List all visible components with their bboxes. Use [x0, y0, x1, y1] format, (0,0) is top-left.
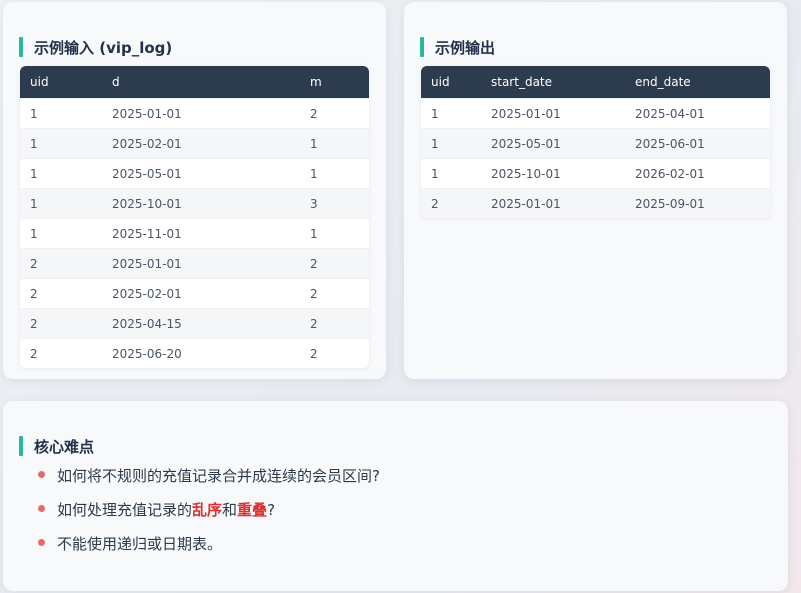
- cell-uid: 1: [20, 218, 102, 248]
- table-row: 1 2025-01-01 2025-04-01: [421, 98, 770, 128]
- difficulty-title-text: 核心难点: [34, 437, 95, 456]
- cell-start-date: 2025-01-01: [481, 188, 625, 218]
- column-header-m: m: [300, 66, 369, 98]
- table-row: 1 2025-05-01 2025-06-01: [421, 128, 770, 158]
- cell-uid: 1: [20, 98, 102, 128]
- table-row: 2 2025-06-20 2: [20, 338, 369, 368]
- title-accent-bar: [19, 436, 23, 456]
- cell-start-date: 2025-01-01: [481, 98, 625, 128]
- cell-m: 2: [300, 98, 369, 128]
- bullet-icon: [38, 539, 45, 546]
- column-header-uid: uid: [421, 66, 481, 98]
- point-text-prefix: 如何处理充值记录的: [57, 501, 193, 519]
- title-accent-bar: [19, 37, 23, 57]
- cell-m: 2: [300, 248, 369, 278]
- table-row: 2 2025-01-01 2025-09-01: [421, 188, 770, 218]
- cell-d: 2025-11-01: [102, 218, 300, 248]
- difficulty-section-title: 核心难点: [19, 435, 94, 457]
- table-row: 1 2025-01-01 2: [20, 98, 369, 128]
- input-table: uid d m 1 2025-01-01 2 1 2025-02-01 1 1 …: [20, 66, 369, 368]
- table-row: 1 2025-05-01 1: [20, 158, 369, 188]
- cell-start-date: 2025-05-01: [481, 128, 625, 158]
- cell-end-date: 2026-02-01: [625, 158, 770, 188]
- highlight-overlap: 重叠: [237, 501, 268, 519]
- point-text: 不能使用递归或日期表。: [57, 535, 223, 553]
- cell-m: 2: [300, 308, 369, 338]
- cell-d: 2025-05-01: [102, 158, 300, 188]
- list-item: 不能使用递归或日期表。: [37, 533, 380, 567]
- cell-uid: 2: [20, 338, 102, 368]
- core-difficulty-card: 核心难点 如何将不规则的充值记录合并成连续的会员区间? 如何处理充值记录的乱序和…: [3, 401, 788, 591]
- output-title-text: 示例输出: [435, 38, 496, 57]
- table-row: 1 2025-10-01 3: [20, 188, 369, 218]
- point-text: 如何将不规则的充值记录合并成连续的会员区间?: [57, 467, 380, 485]
- table-row: 1 2025-10-01 2026-02-01: [421, 158, 770, 188]
- cell-d: 2025-01-01: [102, 98, 300, 128]
- cell-start-date: 2025-10-01: [481, 158, 625, 188]
- cell-uid: 1: [421, 128, 481, 158]
- table-row: 2 2025-01-01 2: [20, 248, 369, 278]
- list-item: 如何处理充值记录的乱序和重叠?: [37, 499, 380, 533]
- cell-uid: 2: [20, 248, 102, 278]
- title-accent-bar: [420, 37, 424, 57]
- cell-m: 1: [300, 158, 369, 188]
- cell-d: 2025-04-15: [102, 308, 300, 338]
- input-example-card: 示例输入 (vip_log) uid d m 1 2025-01-01 2 1 …: [3, 2, 386, 379]
- table-row: 2 2025-04-15 2: [20, 308, 369, 338]
- point-text-suffix: ?: [267, 501, 276, 519]
- cell-d: 2025-06-20: [102, 338, 300, 368]
- column-header-uid: uid: [20, 66, 102, 98]
- cell-d: 2025-02-01: [102, 128, 300, 158]
- list-item: 如何将不规则的充值记录合并成连续的会员区间?: [37, 465, 380, 499]
- difficulty-list: 如何将不规则的充值记录合并成连续的会员区间? 如何处理充值记录的乱序和重叠? 不…: [37, 465, 380, 567]
- table-row: 2 2025-02-01 2: [20, 278, 369, 308]
- cell-m: 2: [300, 278, 369, 308]
- table-row: 1 2025-02-01 1: [20, 128, 369, 158]
- table-header-row: uid d m: [20, 66, 369, 98]
- cell-d: 2025-01-01: [102, 248, 300, 278]
- cell-d: 2025-10-01: [102, 188, 300, 218]
- table-row: 1 2025-11-01 1: [20, 218, 369, 248]
- cell-uid: 1: [421, 158, 481, 188]
- table-header-row: uid start_date end_date: [421, 66, 770, 98]
- input-section-title: 示例输入 (vip_log): [19, 36, 172, 58]
- cell-m: 2: [300, 338, 369, 368]
- point-text-mid: 和: [222, 501, 238, 519]
- column-header-start-date: start_date: [481, 66, 625, 98]
- cell-uid: 2: [20, 278, 102, 308]
- cell-m: 3: [300, 188, 369, 218]
- cell-uid: 1: [20, 158, 102, 188]
- bullet-icon: [38, 505, 45, 512]
- cell-uid: 1: [20, 188, 102, 218]
- highlight-disorder: 乱序: [192, 501, 223, 519]
- column-header-d: d: [102, 66, 300, 98]
- input-title-text: 示例输入 (vip_log): [34, 38, 173, 57]
- cell-end-date: 2025-04-01: [625, 98, 770, 128]
- cell-uid: 2: [421, 188, 481, 218]
- cell-d: 2025-02-01: [102, 278, 300, 308]
- cell-end-date: 2025-06-01: [625, 128, 770, 158]
- cell-m: 1: [300, 128, 369, 158]
- column-header-end-date: end_date: [625, 66, 770, 98]
- cell-uid: 1: [421, 98, 481, 128]
- output-section-title: 示例输出: [420, 36, 495, 58]
- cell-uid: 1: [20, 128, 102, 158]
- bullet-icon: [38, 471, 45, 478]
- cell-end-date: 2025-09-01: [625, 188, 770, 218]
- cell-m: 1: [300, 218, 369, 248]
- output-table: uid start_date end_date 1 2025-01-01 202…: [421, 66, 770, 218]
- output-example-card: 示例输出 uid start_date end_date 1 2025-01-0…: [404, 2, 787, 379]
- cell-uid: 2: [20, 308, 102, 338]
